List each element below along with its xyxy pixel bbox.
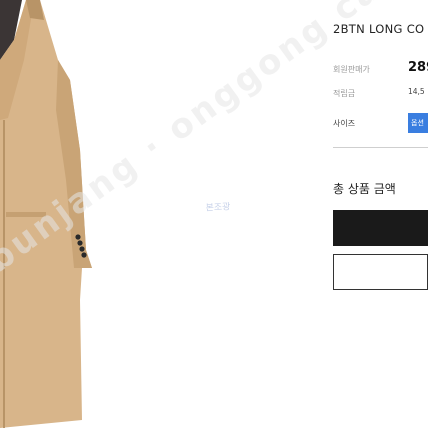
sleeve-button — [77, 240, 83, 246]
product-title: 2BTN LONG CO — [333, 22, 425, 36]
total-price-label: 총 상품 금액 — [333, 182, 396, 196]
coat-pocket — [6, 212, 46, 217]
coat-illustration — [0, 0, 92, 428]
sleeve-button — [81, 252, 87, 258]
points-label: 적립금 — [333, 89, 356, 98]
points-value: 14,5 — [408, 87, 425, 96]
center-watermark: 본조광 — [205, 202, 231, 214]
buy-now-button[interactable] — [333, 210, 428, 246]
size-select[interactable]: 옵션 — [408, 113, 428, 133]
product-page: bunjang · onggong cafe.n 본조광 2BTN LONG C… — [0, 0, 428, 428]
size-label: 사이즈 — [333, 119, 356, 128]
add-to-cart-button[interactable] — [333, 254, 428, 290]
product-info-panel: 2BTN LONG CO 회원판매가 289 적립금 14,5 사이즈 옵션 총… — [333, 0, 428, 428]
product-image — [0, 0, 200, 428]
sleeve-button — [75, 234, 81, 240]
price-value: 289 — [408, 60, 428, 75]
price-label: 회원판매가 — [333, 65, 370, 74]
sleeve-button — [79, 246, 85, 252]
divider — [333, 147, 428, 148]
